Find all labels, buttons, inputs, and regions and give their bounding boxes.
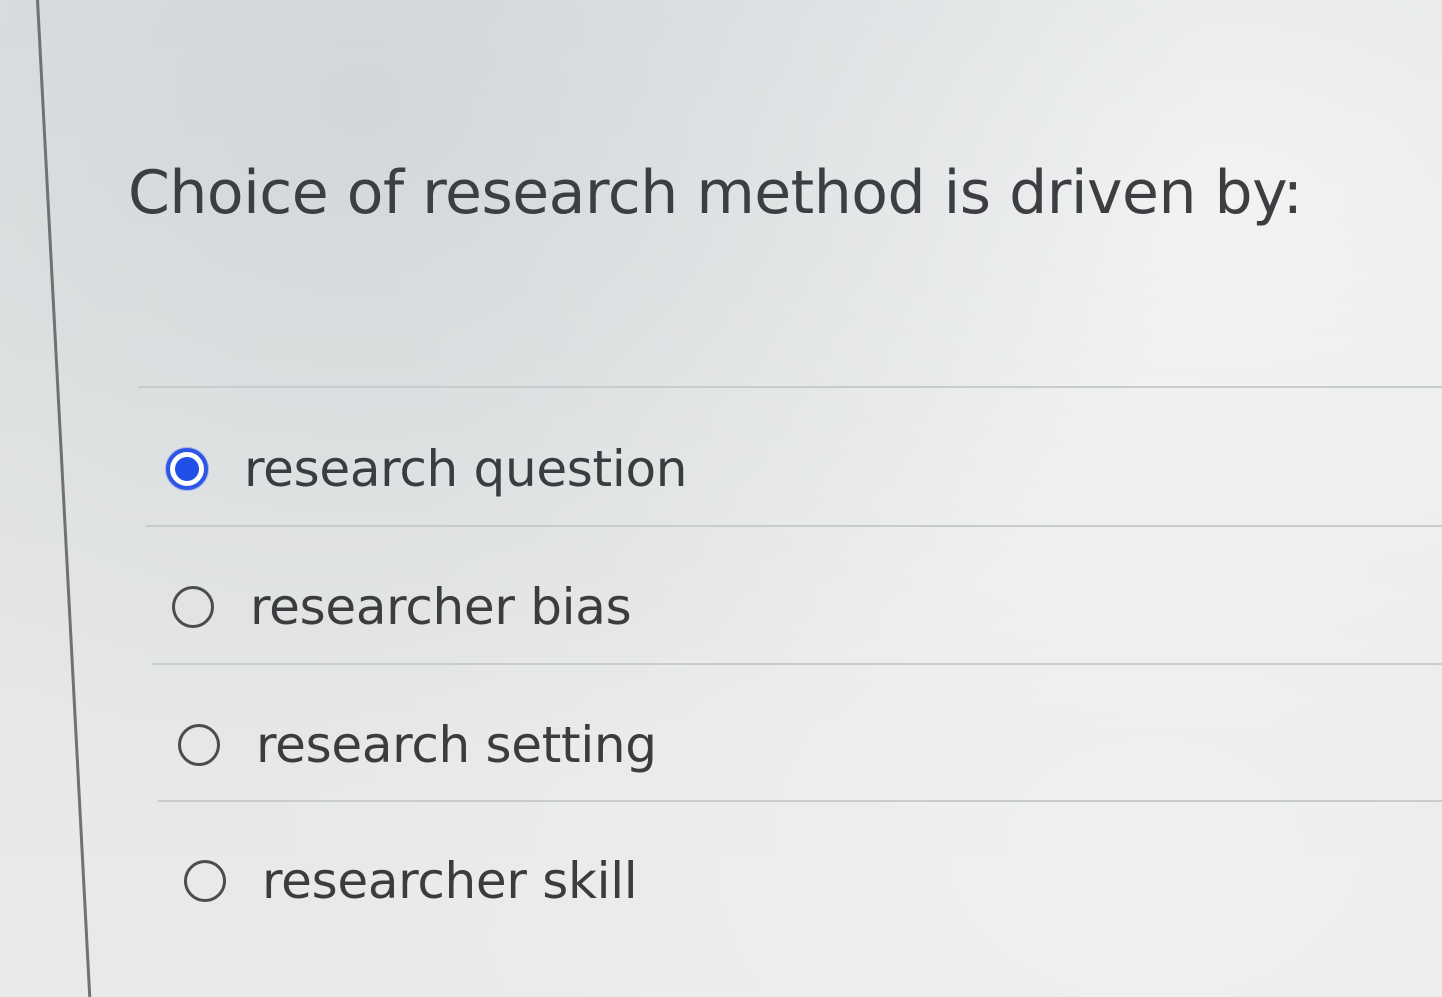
option-research-question[interactable]: research question xyxy=(166,440,687,498)
radio-unselected-icon[interactable] xyxy=(172,586,214,628)
divider xyxy=(158,800,1442,802)
radio-unselected-icon[interactable] xyxy=(184,860,226,902)
option-researcher-bias[interactable]: researcher bias xyxy=(172,578,632,636)
radio-unselected-icon[interactable] xyxy=(178,724,220,766)
option-label: researcher bias xyxy=(250,578,632,636)
option-label: researcher skill xyxy=(262,852,638,910)
radio-selected-icon[interactable] xyxy=(166,448,208,490)
divider xyxy=(138,386,1442,388)
divider xyxy=(152,663,1442,665)
divider xyxy=(146,525,1442,527)
option-label: research setting xyxy=(256,716,657,774)
option-label: research question xyxy=(244,440,688,498)
question-text: Choice of research method is driven by: xyxy=(128,158,1303,228)
option-research-setting[interactable]: research setting xyxy=(178,716,657,774)
page-left-border xyxy=(36,0,92,997)
option-researcher-skill[interactable]: researcher skill xyxy=(184,852,638,910)
